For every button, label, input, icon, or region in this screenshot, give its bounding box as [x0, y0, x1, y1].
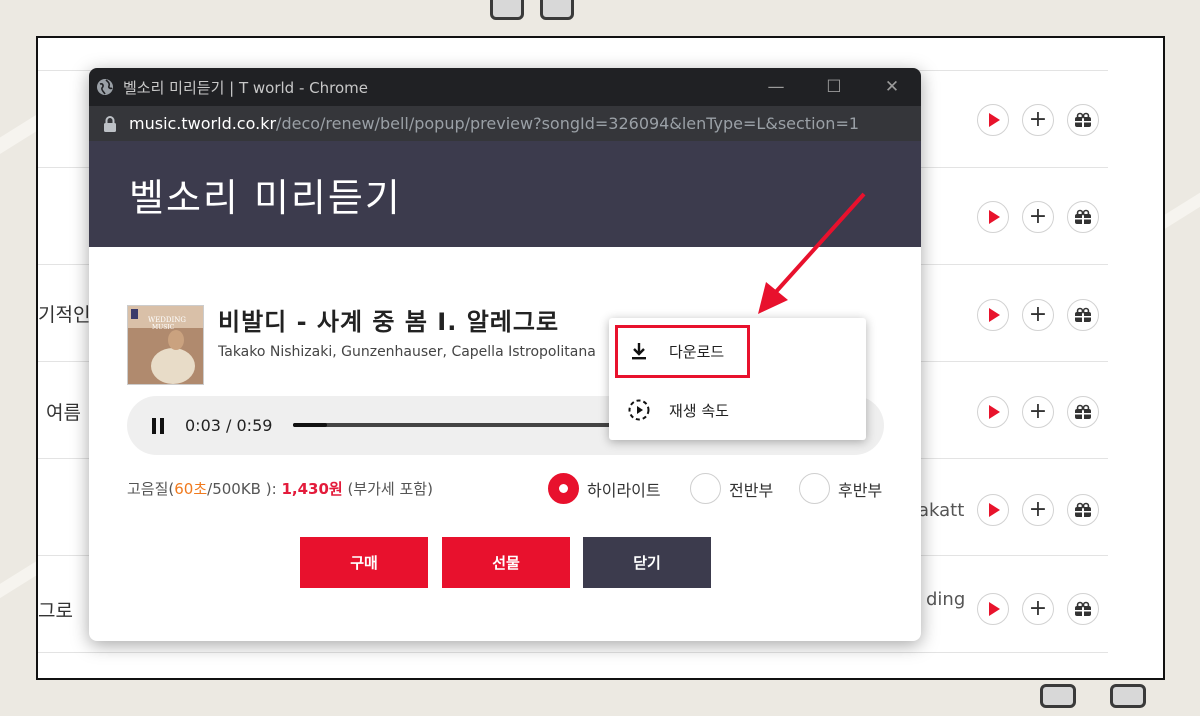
radio-first-half[interactable]: [690, 473, 721, 504]
url-path: /deco/renew/bell/popup/preview?songId=32…: [276, 114, 860, 133]
section-option: 전반부: [690, 473, 773, 504]
plus-icon: +: [1028, 497, 1048, 522]
play-icon: [989, 113, 1000, 127]
svg-text:WEDDING: WEDDING: [148, 316, 186, 324]
play-icon: [989, 308, 1000, 322]
gift-icon: [1075, 601, 1091, 616]
play-button[interactable]: [977, 201, 1009, 233]
radio-highlight[interactable]: [548, 473, 579, 504]
add-button[interactable]: +: [1022, 104, 1054, 136]
menu-item-playback-speed[interactable]: 재생 속도: [609, 386, 866, 434]
song-title: 비발디 - 사계 중 봄 I. 알레그로: [218, 308, 560, 336]
add-button[interactable]: +: [1022, 494, 1054, 526]
gift-button[interactable]: [1067, 299, 1099, 331]
progress-fill: [293, 423, 328, 427]
pause-icon[interactable]: [151, 417, 165, 434]
gift-icon: [1075, 307, 1091, 322]
gift-button[interactable]: [1067, 593, 1099, 625]
add-button[interactable]: +: [1022, 593, 1054, 625]
row-actions: +: [977, 299, 1099, 331]
album-cover-image: WEDDING MUSIC: [128, 306, 203, 384]
add-button[interactable]: +: [1022, 299, 1054, 331]
play-button[interactable]: [977, 396, 1009, 428]
svg-text:MUSIC: MUSIC: [152, 324, 175, 331]
list-item-title: 기적인: [38, 304, 91, 326]
play-icon: [989, 503, 1000, 517]
plus-icon: +: [1028, 302, 1048, 327]
annotation-arrow: [758, 192, 866, 314]
price-info: 고음질(60초/500KB ): 1,430원 (부가세 포함): [127, 478, 433, 499]
plus-icon: +: [1028, 596, 1048, 621]
duration-seconds: 60초: [174, 480, 208, 498]
row-actions: +: [977, 104, 1099, 136]
lock-icon: [104, 115, 116, 132]
section-option: 후반부: [799, 473, 882, 504]
gift-button[interactable]: [1067, 494, 1099, 526]
gift-icon: [1075, 502, 1091, 517]
plus-icon: +: [1028, 107, 1048, 132]
minimize-button[interactable]: —: [747, 68, 805, 106]
menu-item-label: 재생 속도: [669, 401, 729, 420]
binder-ring: [540, 0, 574, 20]
gift-icon: [1075, 404, 1091, 419]
quality-label: 고음질(: [127, 480, 175, 498]
file-size: /500KB ):: [207, 480, 277, 498]
gift-button[interactable]: [1067, 201, 1099, 233]
plus-icon: +: [1028, 399, 1048, 424]
gift-button[interactable]: [1067, 396, 1099, 428]
row-actions: +: [977, 396, 1099, 428]
list-row: [38, 38, 1108, 71]
play-button[interactable]: [977, 299, 1009, 331]
url-host: music.tworld.co.kr: [129, 114, 277, 133]
play-icon: [989, 210, 1000, 224]
page-title: 벨소리 미리듣기: [129, 175, 402, 220]
address-bar[interactable]: music.tworld.co.kr/deco/renew/bell/popup…: [89, 106, 921, 141]
play-button[interactable]: [977, 593, 1009, 625]
globe-icon: [97, 79, 113, 95]
gift-icon: [1075, 209, 1091, 224]
window-title: 벨소리 미리듣기 | T world - Chrome: [123, 78, 368, 97]
list-item-title: 여름: [46, 402, 81, 424]
play-button[interactable]: [977, 104, 1009, 136]
close-button[interactable]: 닫기: [583, 537, 711, 588]
gift-button[interactable]: [1067, 104, 1099, 136]
row-actions: +: [977, 494, 1099, 526]
section-option: 하이라이트: [548, 473, 661, 504]
binder-ring: [1110, 684, 1146, 708]
binder-ring: [490, 0, 524, 20]
maximize-button[interactable]: ☐: [805, 68, 863, 106]
radio-second-half[interactable]: [799, 473, 830, 504]
play-button[interactable]: [977, 494, 1009, 526]
row-actions: +: [977, 593, 1099, 625]
radio-label: 전반부: [729, 480, 774, 500]
vat-note: (부가세 포함): [347, 480, 433, 498]
play-icon: [989, 602, 1000, 616]
radio-label: 후반부: [838, 480, 883, 500]
row-actions: +: [977, 201, 1099, 233]
gift-icon: [1075, 112, 1091, 127]
binder-ring: [1040, 684, 1076, 708]
play-icon: [989, 405, 1000, 419]
list-item-title: 그로: [38, 600, 73, 622]
playback-speed-icon: [627, 398, 651, 422]
window-titlebar: 벨소리 미리듣기 | T world - Chrome — ☐ ✕: [89, 68, 921, 106]
plus-icon: +: [1028, 204, 1048, 229]
price-amount: 1,430원: [281, 480, 343, 498]
add-button[interactable]: +: [1022, 201, 1054, 233]
list-item-artist: ding: [926, 589, 966, 610]
annotation-highlight-box: [615, 325, 750, 378]
radio-label: 하이라이트: [587, 480, 661, 500]
gift-send-button[interactable]: 선물: [442, 537, 570, 588]
buy-button[interactable]: 구매: [300, 537, 428, 588]
close-window-button[interactable]: ✕: [863, 68, 921, 106]
add-button[interactable]: +: [1022, 396, 1054, 428]
album-cover: WEDDING MUSIC: [127, 305, 204, 385]
playback-time: 0:03 / 0:59: [185, 416, 273, 435]
song-artist: Takako Nishizaki, Gunzenhauser, Capella …: [218, 344, 596, 360]
window-controls: — ☐ ✕: [747, 68, 921, 106]
list-item-artist: akatt: [918, 500, 965, 521]
